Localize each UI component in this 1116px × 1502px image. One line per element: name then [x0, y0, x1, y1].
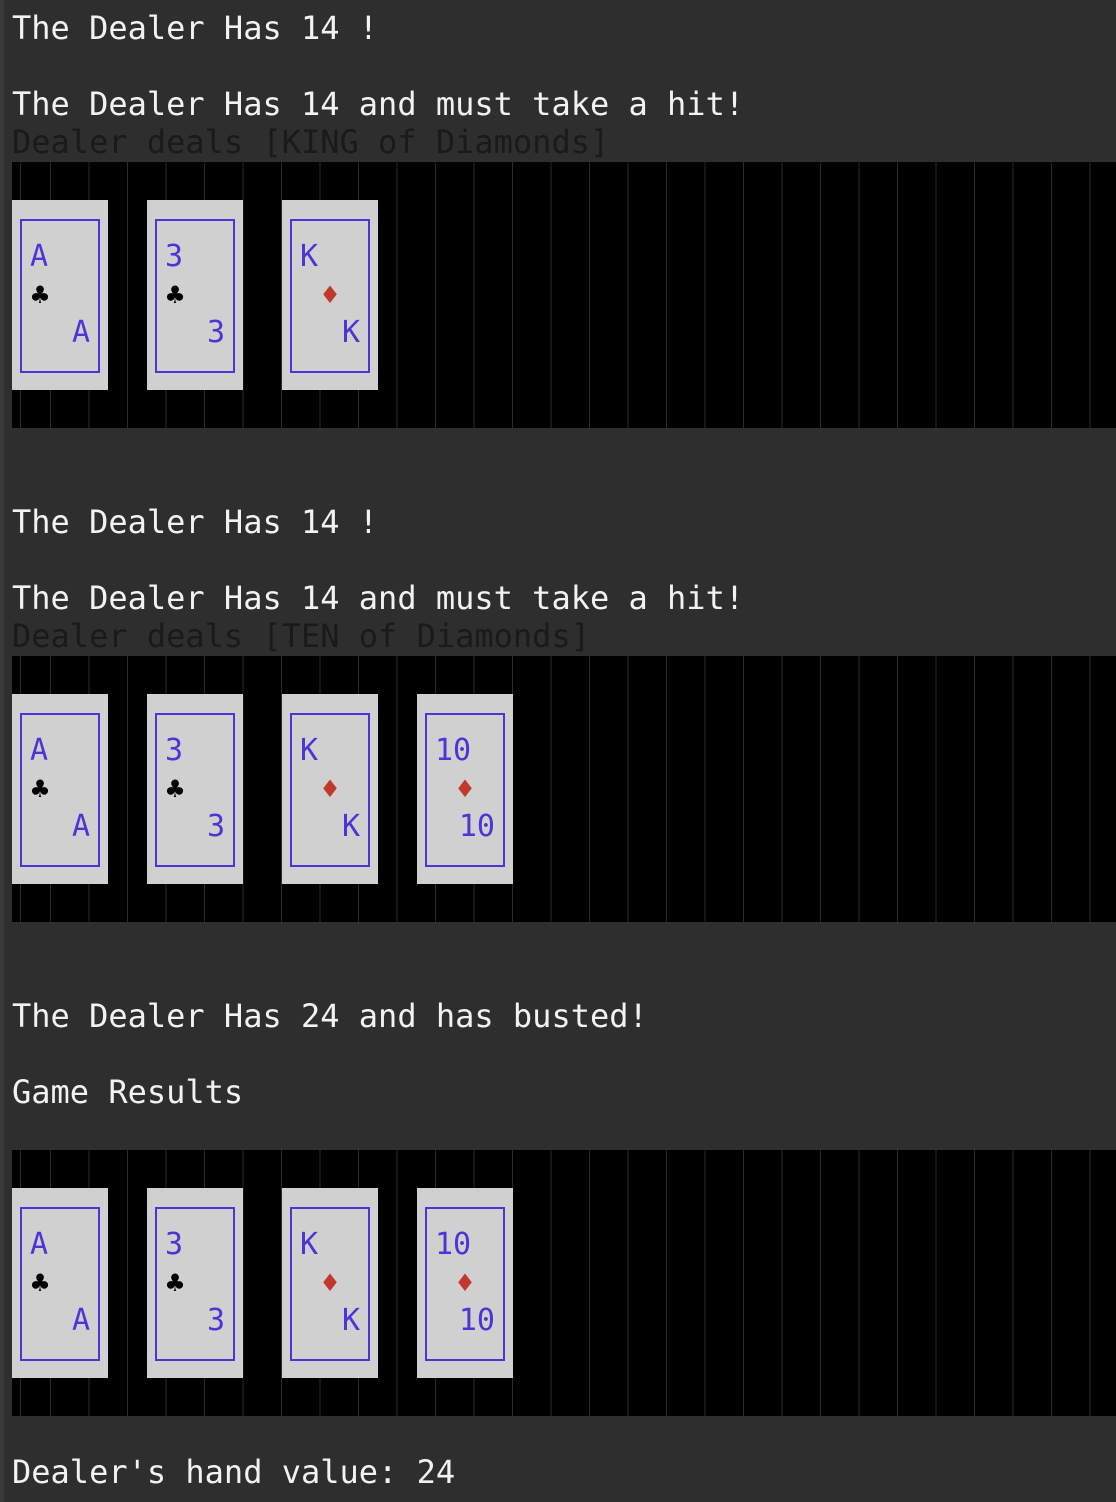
dealer-bust-line: The Dealer Has 24 and has busted! — [12, 997, 648, 1035]
game-results-heading: Game Results — [12, 1073, 244, 1111]
diamond-suit-icon: ♦ — [454, 1269, 476, 1297]
dealer-deal-line: Dealer deals [KING of Diamonds] — [12, 123, 610, 161]
card-rank-top: A — [30, 733, 49, 768]
club-suit-icon: ♣ — [164, 775, 186, 803]
diamond-suit-icon: ♦ — [454, 775, 476, 803]
playing-card: K ♦ K — [282, 1188, 378, 1378]
card-rank-bottom: 3 — [206, 315, 225, 350]
dealer-total-line: The Dealer Has 14 ! — [12, 9, 379, 47]
card-rank-top: 3 — [165, 239, 184, 274]
dealer-hit-line: The Dealer Has 14 and must take a hit! — [12, 579, 745, 617]
diamond-suit-icon: ♦ — [319, 281, 341, 309]
card-rank-bottom: 10 — [458, 809, 495, 844]
card-rank-bottom: A — [71, 809, 90, 844]
dealer-hand-display: A ♣ A 3 ♣ 3 K ♦ K — [12, 162, 1116, 428]
diamond-suit-icon: ♦ — [319, 775, 341, 803]
club-suit-icon: ♣ — [164, 1269, 186, 1297]
playing-card: A ♣ A — [12, 1188, 108, 1378]
dealer-hand-value-line: Dealer's hand value: 24 — [12, 1453, 456, 1491]
card-rank-bottom: 3 — [206, 1303, 225, 1338]
card-rank-bottom: A — [71, 315, 90, 350]
playing-card: 3 ♣ 3 — [147, 694, 243, 884]
club-suit-icon: ♣ — [164, 281, 186, 309]
card-rank-top: 10 — [435, 733, 472, 768]
final-hand-display: A ♣ A 3 ♣ 3 K ♦ K 10 ♦ 10 — [12, 1150, 1116, 1416]
playing-card: A ♣ A — [12, 694, 108, 884]
card-rank-bottom: 3 — [206, 809, 225, 844]
club-suit-icon: ♣ — [29, 281, 51, 309]
card-rank-bottom: K — [341, 315, 360, 350]
playing-card: A ♣ A — [12, 200, 108, 390]
club-suit-icon: ♣ — [29, 1269, 51, 1297]
card-rank-top: K — [300, 1227, 319, 1262]
diamond-suit-icon: ♦ — [319, 1269, 341, 1297]
playing-card: K ♦ K — [282, 694, 378, 884]
card-rank-bottom: K — [341, 809, 360, 844]
dealer-total-line: The Dealer Has 14 ! — [12, 503, 379, 541]
club-suit-icon: ♣ — [29, 775, 51, 803]
playing-card: 10 ♦ 10 — [417, 1188, 513, 1378]
card-rank-bottom: 10 — [458, 1303, 495, 1338]
card-rank-top: A — [30, 1227, 49, 1262]
card-rank-top: 3 — [165, 1227, 184, 1262]
card-rank-top: K — [300, 733, 319, 768]
dealer-hand-display: A ♣ A 3 ♣ 3 K ♦ K 10 ♦ 10 — [12, 656, 1116, 922]
playing-card: 3 ♣ 3 — [147, 1188, 243, 1378]
playing-card: 10 ♦ 10 — [417, 694, 513, 884]
terminal-window: The Dealer Has 14 ! The Dealer Has 14 an… — [0, 0, 1116, 1502]
dealer-hit-line: The Dealer Has 14 and must take a hit! — [12, 85, 745, 123]
dealer-deal-line: Dealer deals [TEN of Diamonds] — [12, 617, 590, 655]
card-rank-top: A — [30, 239, 49, 274]
playing-card: K ♦ K — [282, 200, 378, 390]
card-rank-top: K — [300, 239, 319, 274]
playing-card: 3 ♣ 3 — [147, 200, 243, 390]
card-rank-top: 3 — [165, 733, 184, 768]
card-rank-bottom: K — [341, 1303, 360, 1338]
card-rank-top: 10 — [435, 1227, 472, 1262]
card-rank-bottom: A — [71, 1303, 90, 1338]
